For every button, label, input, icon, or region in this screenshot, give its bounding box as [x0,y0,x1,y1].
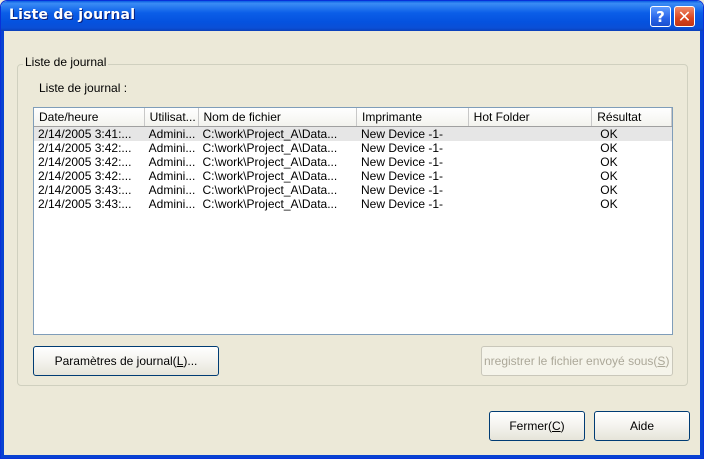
log-settings-label: Paramètres de journal( [54,354,177,368]
table-cell: C:\work\Project_A\Data... [202,155,338,169]
table-cell: 2/14/2005 3:42:... [38,155,132,169]
save-sent-file-button[interactable]: nregistrer le fichier envoyé sous(S) [481,346,673,376]
table-cell: 2/14/2005 3:41:... [38,127,132,141]
table-cell [469,155,593,169]
table-cell: New Device -1- [361,155,444,169]
dialog-window: Liste de journal ? ✕ Liste de journal Li… [0,0,704,459]
table-cell: OK [600,183,618,197]
table-row[interactable]: 2/14/2005 3:43:... Admini... C:\work\Proje… [34,183,672,197]
table-cell: OK [600,169,618,183]
help-label: Aide [629,419,655,433]
close-button[interactable]: Fermer(C) [489,411,585,441]
table-cell: Admini... [148,141,196,155]
table-cell: Admini... [148,155,196,169]
table-cell: New Device -1- [361,127,444,141]
save-sent-label: nregistrer le fichier envoyé sous( [484,354,658,368]
save-sent-accel: S [657,354,666,368]
table-row[interactable]: 2/14/2005 3:42:... Admini... C:\work\Proje… [34,169,672,183]
table-cell [469,141,593,155]
table-row[interactable]: 2/14/2005 3:41:... Admini... C:\work\Proje… [34,127,672,141]
help-icon[interactable]: ? [650,6,671,27]
table-cell [469,169,593,183]
window-border-bottom [1,455,703,458]
save-sent-suffix: ) [665,354,670,368]
window-title: Liste de journal [9,7,136,23]
table-cell: C:\work\Project_A\Data... [202,127,338,141]
table-cell [469,127,593,141]
groupbox-legend: Liste de journal [23,55,109,69]
table-cell: 2/14/2005 3:42:... [38,169,132,183]
table-cell: 2/14/2005 3:42:... [38,141,132,155]
table-cell: Admini... [148,169,196,183]
column-header[interactable]: Imprimante [357,108,469,126]
log-settings-suffix: )... [183,354,198,368]
table-cell: C:\work\Project_A\Data... [202,197,338,211]
column-header[interactable]: Résultat [592,108,672,126]
table-cell: Admini... [148,197,196,211]
table-row[interactable]: 2/14/2005 3:42:... Admini... C:\work\Proje… [34,141,672,155]
table-cell: C:\work\Project_A\Data... [202,141,338,155]
table-cell: OK [600,127,618,141]
table-row[interactable]: 2/14/2005 3:42:... Admini... C:\work\Proje… [34,155,672,169]
table-cell: New Device -1- [361,197,444,211]
column-header[interactable]: Utilisat... [144,108,199,126]
log-settings-accel: L [176,354,184,368]
table-cell: C:\work\Project_A\Data... [202,169,338,183]
table-row[interactable]: 2/14/2005 3:43:... Admini... C:\work\Proje… [34,197,672,211]
close-icon[interactable]: ✕ [674,6,695,27]
window-border-right [700,31,703,458]
title-bar[interactable]: Liste de journal ? ✕ [1,1,703,31]
column-header[interactable]: Nom de fichier [198,108,357,126]
table-cell: 2/14/2005 3:43:... [38,197,132,211]
help-button[interactable]: Aide [594,411,690,441]
log-list-label: Liste de journal : [39,81,128,95]
listview-header: Date/heure Utilisat... Nom de fichier Impri… [34,108,672,127]
column-header[interactable]: Hot Folder [468,108,593,126]
table-cell: C:\work\Project_A\Data... [202,183,338,197]
table-cell [469,197,593,211]
table-cell: OK [600,155,618,169]
table-cell: OK [600,141,618,155]
table-cell: New Device -1- [361,141,444,155]
table-cell: Admini... [148,183,196,197]
table-cell: New Device -1- [361,183,444,197]
column-header[interactable]: Date/heure [34,108,145,126]
table-cell: Admini... [148,127,196,141]
close-label: Fermer( [509,419,552,433]
table-cell: 2/14/2005 3:43:... [38,183,132,197]
table-cell: OK [600,197,618,211]
log-settings-button[interactable]: Paramètres de journal(L)... [33,346,219,376]
log-listview[interactable]: Date/heure Utilisat... Nom de fichier Impri… [33,107,673,335]
listview-rows: 2/14/2005 3:41:... Admini... C:\work\Proje… [34,127,672,211]
close-accel: C [552,419,561,433]
table-cell [469,183,593,197]
table-cell: New Device -1- [361,169,444,183]
window-border-left [1,31,4,458]
close-suffix: ) [560,419,565,433]
